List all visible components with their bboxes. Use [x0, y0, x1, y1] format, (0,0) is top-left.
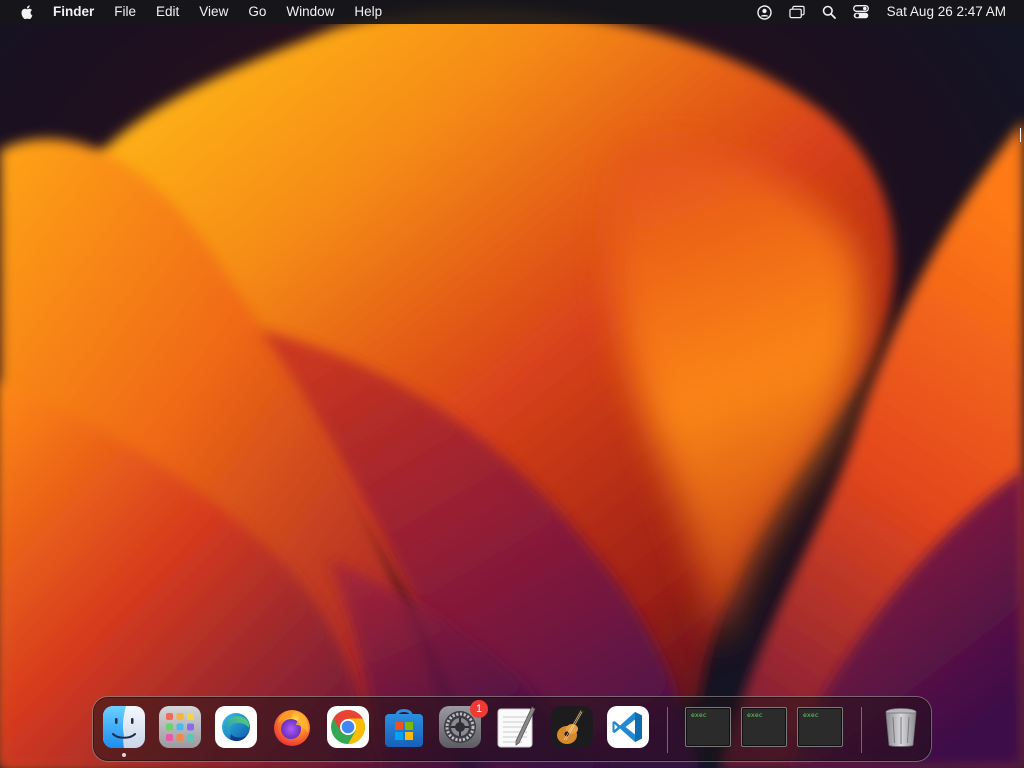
dock-system-settings[interactable]: 1: [438, 700, 488, 749]
dock-launchpad[interactable]: [158, 705, 202, 749]
dock-firefox[interactable]: [270, 705, 314, 749]
edge-icon: [215, 706, 257, 748]
dock-separator: [667, 707, 668, 753]
minimized-window[interactable]: exec: [797, 707, 843, 747]
minimized-window-label: exec: [691, 711, 707, 719]
spotlight-search-icon[interactable]: [821, 4, 837, 20]
menu-window[interactable]: Window: [276, 0, 344, 24]
dock-separator: [861, 707, 862, 753]
textedit-icon: [497, 706, 536, 748]
desktop-wallpaper: [0, 0, 1024, 768]
dock-textedit[interactable]: [494, 705, 538, 749]
dock-store[interactable]: [382, 705, 426, 749]
dock-chrome[interactable]: [326, 705, 370, 749]
control-center-icon[interactable]: [852, 4, 869, 20]
minimized-window-label: exec: [747, 711, 763, 719]
menu-app-name[interactable]: Finder: [53, 0, 104, 24]
user-account-icon[interactable]: [757, 4, 773, 20]
screen-mirroring-icon[interactable]: [788, 4, 805, 20]
menu-edit[interactable]: Edit: [146, 0, 189, 24]
trash-icon: [885, 708, 917, 747]
dock-trash[interactable]: [879, 705, 923, 749]
apple-menu-icon[interactable]: [19, 4, 33, 20]
minimized-window-label: exec: [803, 711, 819, 719]
dock-edge[interactable]: [214, 705, 258, 749]
notification-badge: 1: [470, 700, 488, 718]
minimized-window[interactable]: exec: [685, 707, 731, 747]
menu-bar: Finder File Edit View Go Window Help Sat…: [0, 0, 1024, 24]
menu-file[interactable]: File: [104, 0, 146, 24]
menu-bar-clock[interactable]: Sat Aug 26 2:47 AM: [887, 0, 1006, 24]
dock-finder[interactable]: [102, 705, 146, 757]
garageband-icon: [551, 706, 593, 748]
menu-go[interactable]: Go: [238, 0, 276, 24]
running-indicator: [122, 753, 126, 757]
dock: 1 exec exec exec: [92, 696, 932, 762]
minimized-window[interactable]: exec: [741, 707, 787, 747]
text-cursor: [1020, 128, 1024, 142]
menu-view[interactable]: View: [189, 0, 238, 24]
finder-icon: [103, 706, 145, 748]
dock-garageband[interactable]: [550, 705, 594, 749]
firefox-icon: [274, 710, 310, 746]
menu-help[interactable]: Help: [344, 0, 392, 24]
launchpad-icon: [159, 706, 201, 748]
vscode-icon: [607, 706, 649, 748]
chrome-icon: [327, 706, 369, 748]
dock-vscode[interactable]: [606, 705, 650, 749]
store-icon: [385, 709, 423, 747]
desktop[interactable]: Finder File Edit View Go Window Help Sat…: [0, 0, 1024, 768]
